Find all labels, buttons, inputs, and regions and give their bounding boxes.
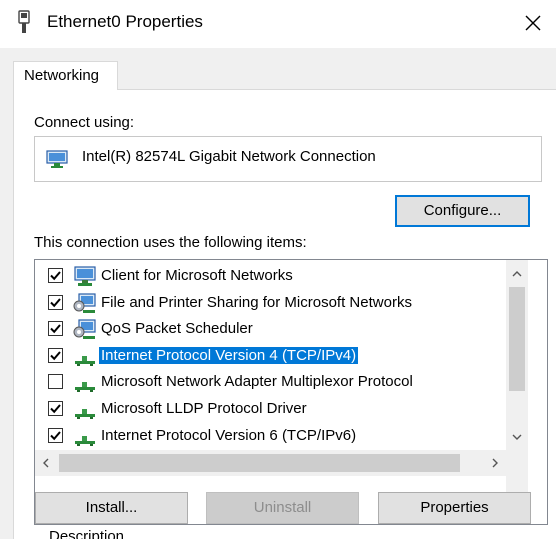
chevron-up-icon bbox=[512, 271, 522, 277]
connect-using-label: Connect using: bbox=[34, 114, 135, 131]
checkmark-icon bbox=[50, 430, 61, 440]
scroll-left-button[interactable] bbox=[35, 452, 57, 474]
item-label: Microsoft LLDP Protocol Driver bbox=[101, 400, 307, 417]
horizontal-scrollbar[interactable] bbox=[35, 450, 528, 476]
description-label: Description bbox=[49, 528, 125, 539]
item-checkbox[interactable] bbox=[48, 401, 63, 416]
item-label: Microsoft Network Adapter Multiplexor Pr… bbox=[101, 373, 413, 391]
item-checkbox[interactable] bbox=[48, 374, 63, 390]
vertical-scroll-thumb[interactable] bbox=[509, 287, 525, 391]
scroll-up-button[interactable] bbox=[506, 263, 528, 285]
item-checkbox[interactable] bbox=[48, 268, 63, 283]
horizontal-scroll-thumb[interactable] bbox=[59, 454, 460, 472]
network-protocol-icon bbox=[73, 372, 97, 394]
network-protocol-icon bbox=[73, 426, 97, 448]
list-item[interactable]: Microsoft Network Adapter Multiplexor Pr… bbox=[35, 369, 506, 396]
chevron-left-icon bbox=[43, 458, 49, 468]
properties-button[interactable]: Properties bbox=[378, 492, 531, 524]
list-item[interactable]: QoS Packet Scheduler bbox=[35, 316, 506, 343]
adapter-field[interactable]: Intel(R) 82574L Gigabit Network Connecti… bbox=[34, 136, 542, 182]
adapter-name: Intel(R) 82574L Gigabit Network Connecti… bbox=[82, 148, 376, 165]
network-service-icon bbox=[73, 319, 97, 341]
item-label: File and Printer Sharing for Microsoft N… bbox=[101, 293, 412, 311]
item-checkbox[interactable] bbox=[48, 321, 63, 337]
title-bar: Ethernet0 Properties bbox=[0, 0, 556, 48]
network-adapter-icon bbox=[46, 149, 68, 169]
list-item[interactable]: Microsoft LLDP Protocol Driver bbox=[35, 396, 506, 423]
tab-networking[interactable]: Networking bbox=[13, 61, 118, 90]
network-protocol-icon bbox=[73, 399, 97, 421]
item-checkbox[interactable] bbox=[48, 294, 63, 310]
chevron-right-icon bbox=[492, 458, 498, 468]
ethernet-icon bbox=[16, 10, 32, 34]
item-checkbox[interactable] bbox=[48, 427, 63, 443]
item-label: Internet Protocol Version 4 (TCP/IPv4) bbox=[99, 346, 359, 364]
network-service-icon bbox=[73, 292, 97, 315]
chevron-down-icon bbox=[512, 434, 522, 440]
item-label: Client for Microsoft Networks bbox=[101, 267, 293, 284]
scrollbar-corner bbox=[506, 450, 528, 476]
item-label: QoS Packet Scheduler bbox=[101, 320, 253, 338]
install-button[interactable]: Install... bbox=[35, 492, 188, 524]
tab-networking-label: Networking bbox=[24, 67, 100, 84]
scroll-right-button[interactable] bbox=[484, 452, 506, 474]
items-label: This connection uses the following items… bbox=[34, 234, 307, 251]
close-icon bbox=[525, 15, 541, 31]
network-protocol-icon bbox=[73, 346, 97, 368]
item-label: Internet Protocol Version 6 (TCP/IPv6) bbox=[101, 426, 357, 444]
close-button[interactable] bbox=[510, 0, 556, 46]
list-item[interactable]: Internet Protocol Version 4 (TCP/IPv4) bbox=[35, 343, 506, 370]
network-client-icon bbox=[73, 266, 97, 288]
components-list[interactable]: Client for Microsoft Networks File and Pr… bbox=[34, 259, 548, 525]
list-item[interactable]: Client for Microsoft Networks bbox=[35, 263, 506, 290]
item-checkbox[interactable] bbox=[48, 347, 63, 363]
list-item[interactable]: File and Printer Sharing for Microsoft N… bbox=[35, 290, 506, 317]
list-item[interactable]: Internet Protocol Version 6 (TCP/IPv6) bbox=[35, 423, 506, 450]
checkmark-icon bbox=[50, 404, 61, 414]
window-title: Ethernet0 Properties bbox=[47, 12, 203, 31]
checkmark-icon bbox=[50, 297, 61, 307]
configure-button[interactable]: Configure... bbox=[395, 195, 530, 227]
scroll-down-button[interactable] bbox=[506, 426, 528, 448]
checkmark-icon bbox=[50, 324, 61, 334]
checkmark-icon bbox=[50, 271, 61, 281]
checkmark-icon bbox=[50, 351, 61, 361]
uninstall-button[interactable]: Uninstall bbox=[206, 492, 359, 524]
